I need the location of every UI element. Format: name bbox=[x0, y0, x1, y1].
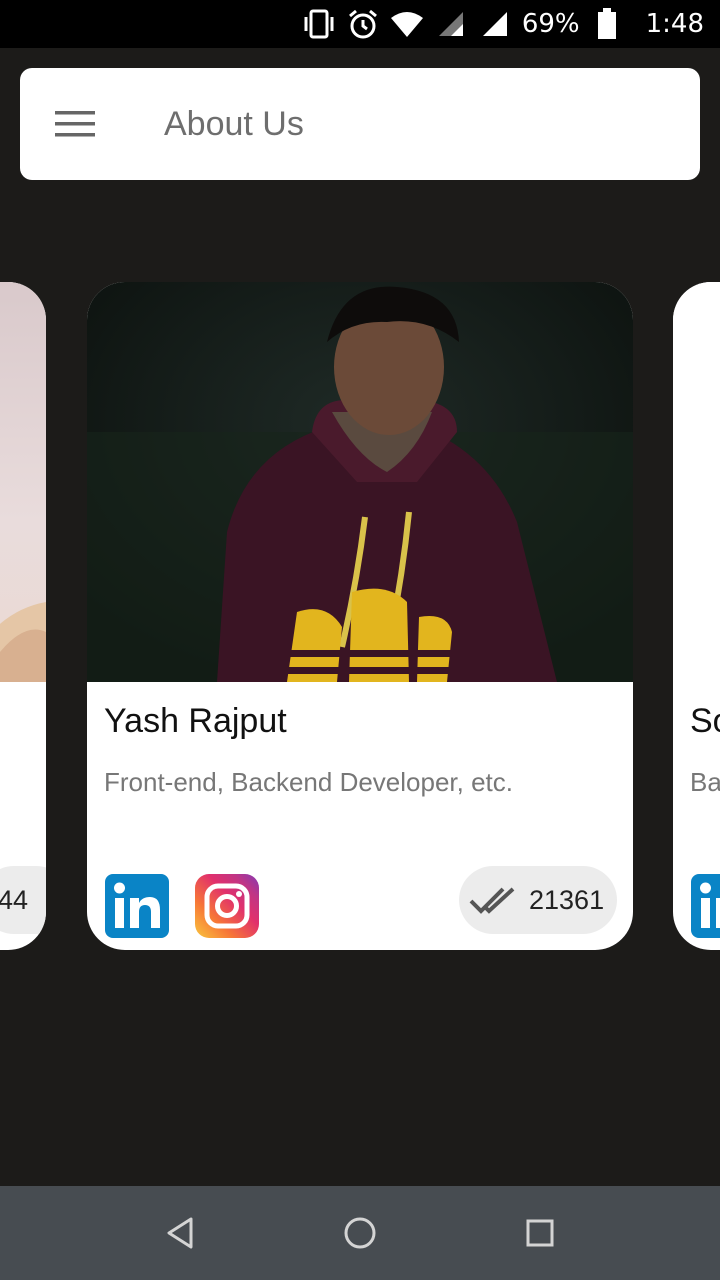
view-count: 44 bbox=[0, 884, 29, 915]
home-circle-icon bbox=[344, 1217, 376, 1249]
member-name: So bbox=[690, 702, 720, 740]
home-button[interactable] bbox=[330, 1203, 390, 1263]
member-name: Yash Rajput bbox=[104, 702, 287, 740]
wifi-icon bbox=[390, 7, 424, 41]
member-role: Front-end, Backend Developer, etc. bbox=[104, 767, 514, 797]
member-card[interactable]: Yash Rajput Front-end, Backend Developer… bbox=[87, 282, 633, 950]
member-role: Ba bbox=[690, 767, 720, 797]
status-bar: 69% 1:48 bbox=[0, 0, 720, 48]
member-photo bbox=[0, 282, 46, 682]
member-card-previous[interactable]: 44 bbox=[0, 282, 46, 950]
vibrate-icon bbox=[302, 7, 336, 41]
back-button[interactable] bbox=[150, 1203, 210, 1263]
instagram-icon bbox=[204, 883, 250, 929]
instagram-button[interactable] bbox=[195, 874, 259, 938]
view-count: 21361 bbox=[529, 884, 605, 915]
menu-button[interactable] bbox=[20, 68, 130, 180]
battery-icon bbox=[590, 7, 624, 41]
signal-icon bbox=[478, 7, 512, 41]
navigation-bar bbox=[0, 1186, 720, 1280]
view-count-badge: 21361 bbox=[459, 866, 617, 934]
screen: 69% 1:48 About Us 44 Yash Rajput Front-e… bbox=[0, 0, 720, 1280]
recents-button[interactable] bbox=[510, 1203, 570, 1263]
alarm-icon bbox=[346, 7, 380, 41]
recents-square-icon bbox=[526, 1219, 554, 1247]
app-bar: About Us bbox=[20, 68, 700, 180]
clock: 1:48 bbox=[645, 9, 704, 39]
member-photo bbox=[87, 282, 633, 682]
linkedin-icon bbox=[700, 882, 720, 928]
view-count-badge: 44 bbox=[0, 866, 46, 934]
signal-icon bbox=[434, 7, 468, 41]
battery-percent: 69% bbox=[521, 9, 580, 39]
member-photo bbox=[673, 282, 720, 682]
double-check-icon bbox=[469, 887, 515, 914]
back-triangle-icon bbox=[167, 1217, 193, 1249]
linkedin-icon bbox=[114, 882, 160, 928]
linkedin-button[interactable] bbox=[105, 874, 169, 938]
page-title: About Us bbox=[164, 104, 304, 143]
member-card-next[interactable]: So Ba bbox=[673, 282, 720, 950]
hamburger-menu-icon bbox=[55, 111, 95, 137]
linkedin-button[interactable] bbox=[691, 874, 720, 938]
